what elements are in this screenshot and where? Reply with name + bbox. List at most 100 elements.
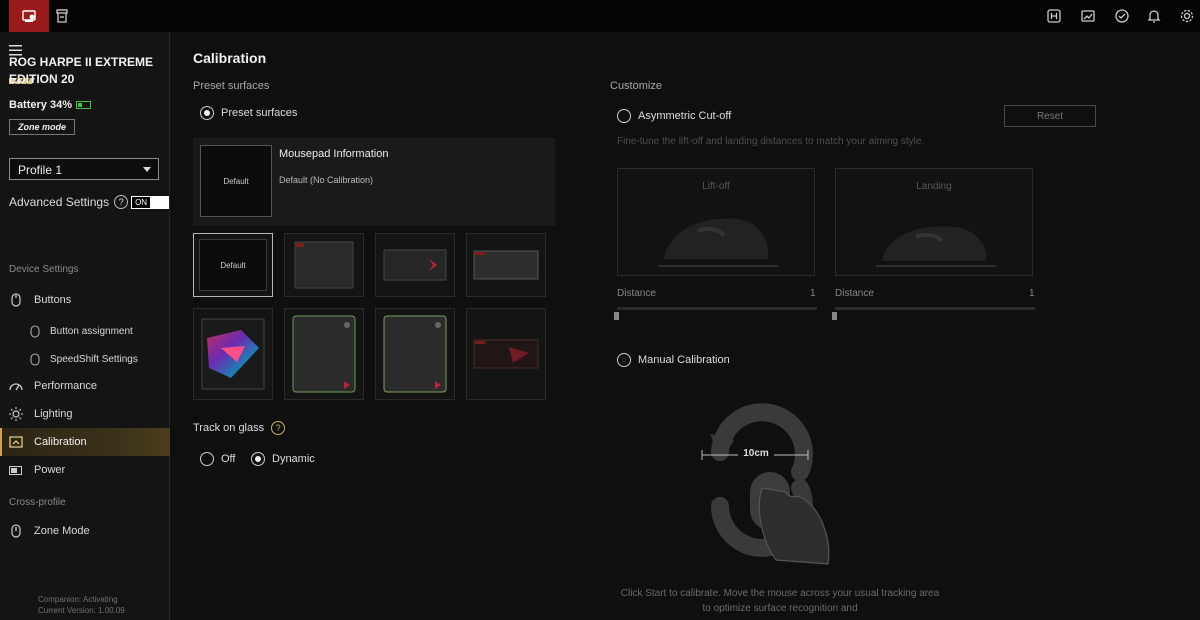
companion-status: Companion: Activating <box>38 595 118 604</box>
sidebar-item-speedshift[interactable]: SpeedShift Settings <box>0 345 170 373</box>
sidebar-item-label: Calibration <box>34 436 87 448</box>
sidebar-item-lighting[interactable]: Lighting <box>0 400 170 428</box>
customize-description: Fine-tune the lift-off and landing dista… <box>617 136 925 147</box>
mouse-icon <box>11 293 21 307</box>
mousepad-info-value: Default (No Calibration) <box>279 175 374 185</box>
settings-icon <box>1180 9 1194 23</box>
landing-label: Landing <box>916 181 952 192</box>
manual-calibration-radio[interactable]: Manual Calibration <box>617 353 730 367</box>
advanced-settings-toggle[interactable]: ON <box>131 195 170 209</box>
notification-button[interactable] <box>1141 0 1167 32</box>
figure-eight-motion-icon <box>701 403 830 565</box>
sidebar-item-label: Zone Mode <box>34 525 90 537</box>
surface-tile[interactable] <box>466 308 546 400</box>
battery-label: Battery 34% <box>9 99 72 111</box>
calibration-instruction: Click Start to calibrate. Move the mouse… <box>620 588 940 614</box>
page-title: Calibration <box>193 50 267 66</box>
sidebar-item-zone-mode[interactable]: Zone Mode <box>0 517 170 545</box>
preset-surfaces-radio[interactable]: Preset surfaces <box>200 106 297 120</box>
notification-icon <box>1147 10 1161 23</box>
advanced-settings-label: Advanced Settings <box>9 195 110 209</box>
update-button[interactable] <box>1109 0 1135 32</box>
radio-unchecked-icon <box>617 353 631 367</box>
device-settings-label: Device Settings <box>9 264 79 275</box>
surface-tile[interactable] <box>284 233 364 297</box>
calibration-icon <box>9 436 23 448</box>
distance-marker-label: 10cm <box>743 448 769 459</box>
mouse-side-icon <box>658 218 778 267</box>
power-battery-icon <box>9 465 22 475</box>
mouse-icon <box>30 324 40 338</box>
surface-tile[interactable] <box>375 233 455 297</box>
preset-surfaces-option-label: Preset surfaces <box>221 107 298 119</box>
zone-mode-icon <box>11 524 21 538</box>
sidebar-item-label: Performance <box>34 380 97 392</box>
mousepad-image <box>201 318 265 390</box>
current-version: Current Version: 1.00.09 <box>38 606 125 615</box>
inventory-icon <box>56 9 68 23</box>
sidebar-item-calibration[interactable]: Calibration <box>0 428 170 456</box>
sidebar-item-buttons[interactable]: Buttons <box>0 286 170 314</box>
radio-unchecked-icon <box>617 109 631 123</box>
liftoff-label: Lift-off <box>702 181 730 192</box>
surface-tile[interactable] <box>375 308 455 400</box>
landing-slider-handle[interactable] <box>832 312 837 320</box>
surface-tile-default[interactable]: Default <box>193 233 273 297</box>
sidebar-item-label: SpeedShift Settings <box>50 353 138 365</box>
liftoff-slider-handle[interactable] <box>614 312 619 320</box>
radio-checked-icon <box>200 106 214 120</box>
customize-heading: Customize <box>610 80 662 92</box>
sidebar-item-label: Button assignment <box>50 325 133 337</box>
performance-icon <box>9 383 23 391</box>
settings-button[interactable] <box>1174 0 1200 32</box>
mouse-icon <box>30 352 40 366</box>
toggle-state: ON <box>132 196 151 208</box>
inventory-tab[interactable] <box>42 0 82 32</box>
track-off-radio[interactable]: Off <box>200 452 235 466</box>
help-icon[interactable]: ? <box>114 195 129 209</box>
radio-unchecked-icon <box>200 452 214 466</box>
device-icon <box>22 10 36 22</box>
landing-distance-value: 1 <box>1029 288 1035 299</box>
mousepad-image <box>473 339 539 369</box>
mousepad-image <box>383 315 447 393</box>
sidebar-item-power[interactable]: Power <box>0 456 170 484</box>
mouse-side-icon <box>876 226 996 267</box>
preset-surfaces-heading: Preset surfaces <box>193 80 270 92</box>
sidebar-item-performance[interactable]: Performance <box>0 372 170 400</box>
track-dynamic-label: Dynamic <box>272 453 315 465</box>
landing-distance-slider[interactable] <box>835 307 1035 310</box>
hotkey-button[interactable] <box>1041 0 1067 32</box>
battery-status: Battery 34% <box>9 99 91 111</box>
liftoff-distance-slider[interactable] <box>617 307 817 310</box>
radio-checked-icon <box>251 452 265 466</box>
profile-select[interactable]: Profile 1 <box>9 158 159 180</box>
sidebar-item-button-assignment[interactable]: Button assignment <box>0 317 170 345</box>
track-on-glass-label: Track on glass <box>193 422 265 434</box>
screenshot-icon <box>1081 10 1095 22</box>
track-on-glass-row: Track on glass ? <box>193 421 286 435</box>
landing-panel: Landing <box>835 168 1033 276</box>
cross-profile-label: Cross-profile <box>9 497 66 508</box>
liftoff-distance-value: 1 <box>810 288 816 299</box>
manual-calibration-label: Manual Calibration <box>638 354 730 366</box>
advanced-settings-row: Advanced Settings ? ON <box>9 195 170 209</box>
help-icon[interactable]: ? <box>271 421 286 435</box>
asymmetric-cutoff-radio[interactable]: Asymmetric Cut-off <box>617 109 731 123</box>
zone-mode-button[interactable]: Zone mode <box>9 119 75 135</box>
surface-tile[interactable] <box>284 308 364 400</box>
landing-distance-label: Distance <box>835 288 874 299</box>
track-dynamic-radio[interactable]: Dynamic <box>251 452 315 466</box>
surface-tile[interactable] <box>193 308 273 400</box>
chevron-down-icon <box>143 167 151 172</box>
hotkey-icon <box>1047 9 1061 23</box>
surface-tile-label: Default <box>199 239 267 291</box>
mousepad-image <box>473 250 539 280</box>
reset-button[interactable]: Reset <box>1004 105 1096 127</box>
device-name: ROG HARPE II EXTREME EDITION 20 <box>9 55 154 86</box>
sidebar-item-label: Lighting <box>34 408 73 420</box>
surface-tile[interactable] <box>466 233 546 297</box>
liftoff-distance-label: Distance <box>617 288 656 299</box>
screenshot-button[interactable] <box>1075 0 1101 32</box>
mousepad-info-card: Default Mousepad Information Default (No… <box>193 138 555 226</box>
